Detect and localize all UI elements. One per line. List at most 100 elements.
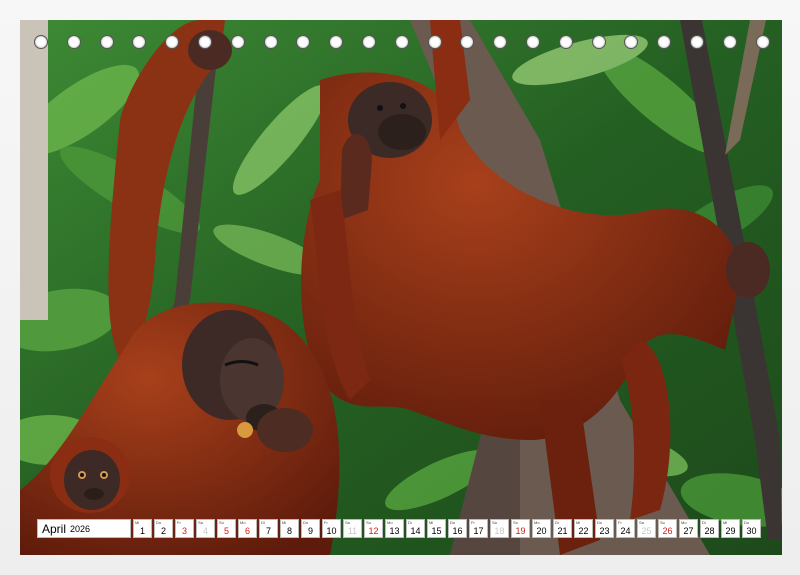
day-number: 8 xyxy=(286,526,292,536)
weekday-label: Do xyxy=(450,520,456,525)
weekday-label: Di xyxy=(555,520,559,525)
weekday-label: Sa xyxy=(492,520,497,525)
day-number: 1 xyxy=(139,526,145,536)
day-cell: Sa 11 xyxy=(343,519,362,538)
day-number: 13 xyxy=(389,526,400,536)
weekday-label: Do xyxy=(744,520,750,525)
day-cell: Fr 17 xyxy=(469,519,488,538)
day-cell: Di 7 xyxy=(259,519,278,538)
day-number: 2 xyxy=(160,526,166,536)
day-number: 16 xyxy=(452,526,463,536)
day-number: 6 xyxy=(244,526,250,536)
day-cell: Di 28 xyxy=(700,519,719,538)
binding-hole xyxy=(329,35,344,49)
day-cells: Mi 1 Do 2 Fr 3 Sa 4 So 5 Mo 6 Di 7 Mi 8 Do 9 Fr 10 Sa 11 So 12 M… xyxy=(133,519,763,538)
day-cell: Di 14 xyxy=(406,519,425,538)
day-cell: So 5 xyxy=(217,519,236,538)
binding-hole xyxy=(427,35,442,49)
day-number: 9 xyxy=(307,526,313,536)
weekday-label: So xyxy=(366,520,371,525)
day-cell: Mo 6 xyxy=(238,519,257,538)
weekday-label: So xyxy=(513,520,518,525)
binding-hole xyxy=(591,35,606,49)
weekday-label: Mo xyxy=(681,520,687,525)
binding-hole xyxy=(198,35,212,49)
binding-hole xyxy=(165,35,180,49)
calendar-strip: April 2026 Mi 1 Do 2 Fr 3 Sa 4 So 5 Mo 6 Di 7 Mi 8 Do 9 Fr… xyxy=(37,519,763,538)
day-number: 20 xyxy=(536,526,547,536)
binding-hole xyxy=(460,35,475,49)
weekday-label: Mo xyxy=(240,520,246,525)
binding-hole xyxy=(558,35,573,49)
weekday-label: Mi xyxy=(135,520,140,525)
weekday-label: Do xyxy=(303,520,309,525)
day-number: 17 xyxy=(473,526,484,536)
binding-hole xyxy=(34,35,48,49)
weekday-label: Do xyxy=(597,520,603,525)
day-number: 21 xyxy=(557,526,568,536)
weekday-label: Mi xyxy=(576,520,581,525)
day-cell: Mi 8 xyxy=(280,519,299,538)
day-cell: Sa 4 xyxy=(196,519,215,538)
pale-trunk xyxy=(20,20,48,320)
day-number: 24 xyxy=(620,526,631,536)
weekday-label: Do xyxy=(156,520,162,525)
orangutan-photo xyxy=(20,20,782,555)
binding-hole xyxy=(755,35,770,49)
binding-hole xyxy=(132,35,147,49)
day-cell: Fr 24 xyxy=(616,519,635,538)
day-cell: Mi 22 xyxy=(574,519,593,538)
day-cell: Sa 18 xyxy=(490,519,509,538)
day-cell: Fr 10 xyxy=(322,519,341,538)
day-cell: So 26 xyxy=(658,519,677,538)
day-cell: Di 21 xyxy=(553,519,572,538)
binding-hole xyxy=(690,35,704,49)
binding-hole xyxy=(296,35,311,49)
day-number: 10 xyxy=(326,526,337,536)
day-cell: Do 2 xyxy=(154,519,173,538)
weekday-label: Fr xyxy=(324,520,328,525)
weekday-label: Mo xyxy=(387,520,393,525)
day-number: 4 xyxy=(202,526,208,536)
weekday-label: Mi xyxy=(282,520,287,525)
binding-hole xyxy=(230,35,245,49)
day-cell: Do 23 xyxy=(595,519,614,538)
weekday-label: Sa xyxy=(639,520,644,525)
weekday-label: Di xyxy=(702,520,706,525)
day-cell: Mo 20 xyxy=(532,519,551,538)
weekday-label: Mi xyxy=(723,520,728,525)
weekday-label: Di xyxy=(408,520,412,525)
day-number: 29 xyxy=(725,526,736,536)
weekday-label: Mo xyxy=(534,520,540,525)
day-number: 12 xyxy=(368,526,379,536)
baby-orangutan xyxy=(50,437,130,513)
day-number: 11 xyxy=(347,526,358,536)
day-cell: Sa 25 xyxy=(637,519,656,538)
day-number: 14 xyxy=(410,526,421,536)
day-number: 30 xyxy=(746,526,757,536)
day-number: 28 xyxy=(704,526,715,536)
day-cell: Mi 15 xyxy=(427,519,446,538)
weekday-label: Fr xyxy=(471,520,475,525)
day-cell: So 19 xyxy=(511,519,530,538)
day-cell: So 12 xyxy=(364,519,383,538)
day-number: 25 xyxy=(641,526,652,536)
weekday-label: Fr xyxy=(618,520,622,525)
day-number: 19 xyxy=(515,526,526,536)
day-number: 23 xyxy=(599,526,610,536)
photo-illustration xyxy=(20,20,782,555)
binding-hole xyxy=(722,35,737,49)
binding-hole xyxy=(263,35,278,49)
day-cell: Mi 1 xyxy=(133,519,152,538)
baby-face xyxy=(64,450,120,510)
day-cell: Mi 29 xyxy=(721,519,740,538)
day-cell: Fr 3 xyxy=(175,519,194,538)
month-year: 2026 xyxy=(70,523,91,534)
binding-hole xyxy=(493,35,508,49)
weekday-label: So xyxy=(219,520,224,525)
month-label: April 2026 xyxy=(37,519,131,538)
calendar-page: April 2026 Mi 1 Do 2 Fr 3 Sa 4 So 5 Mo 6 Di 7 Mi 8 Do 9 Fr… xyxy=(0,0,800,575)
day-number: 27 xyxy=(683,526,694,536)
day-cell: Mo 13 xyxy=(385,519,404,538)
binding-hole xyxy=(657,35,672,49)
